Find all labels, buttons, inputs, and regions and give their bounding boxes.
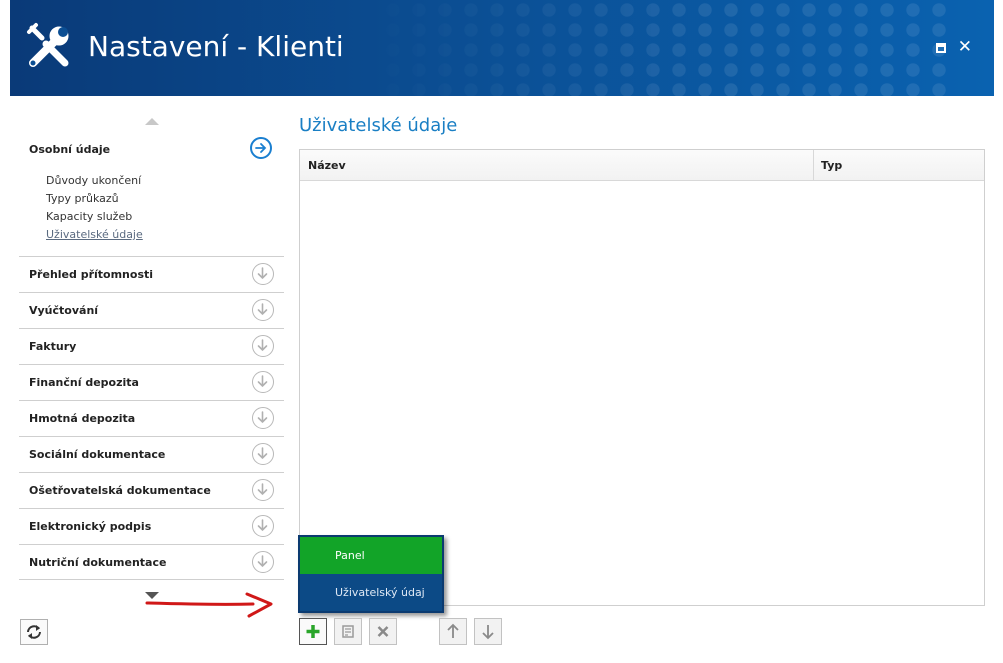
sidebar-item-label: Finanční depozita — [29, 376, 139, 389]
sidebar-item-label: Hmotná depozita — [29, 412, 136, 425]
sidebar-item-vyuctovani[interactable]: Vyúčtování — [19, 292, 284, 328]
window-title: Nastavení - Klienti — [88, 30, 344, 63]
sub-item-typy-prukazu[interactable]: Typy průkazů — [46, 190, 143, 208]
maximize-button[interactable] — [936, 43, 946, 53]
title-bar: Nastavení - Klienti ✕ — [10, 0, 994, 96]
sidebar: Osobní údaje Důvody ukončení Typy průkaz… — [19, 110, 284, 610]
sidebar-item-socialni-dokumentace[interactable]: Sociální dokumentace — [19, 436, 284, 472]
arrow-down-circle-icon[interactable] — [252, 479, 274, 501]
sidebar-item-financni-depozita[interactable]: Finanční depozita — [19, 364, 284, 400]
sidebar-item-label: Vyúčtování — [29, 304, 99, 317]
sidebar-item-label: Sociální dokumentace — [29, 448, 166, 461]
move-up-button[interactable] — [439, 618, 467, 645]
move-up-icon — [447, 623, 459, 638]
column-divider[interactable] — [813, 150, 814, 181]
column-header-nazev[interactable]: Název — [308, 159, 346, 172]
arrow-down-circle-icon[interactable] — [252, 443, 274, 465]
sidebar-item-elektronicky-podpis[interactable]: Elektronický podpis — [19, 508, 284, 544]
header-pattern — [354, 0, 954, 96]
scroll-up-arrow-icon[interactable] — [145, 118, 159, 125]
sidebar-item-label: Ošetřovatelská dokumentace — [29, 484, 211, 497]
sidebar-item-faktury[interactable]: Faktury — [19, 328, 284, 364]
arrow-down-circle-icon[interactable] — [252, 371, 274, 393]
sidebar-item-label: Nutriční dokumentace — [29, 556, 167, 569]
sidebar-item-prehled-pritomnosti[interactable]: Přehled přítomnosti — [19, 256, 284, 292]
refresh-icon — [27, 625, 41, 639]
sub-item-duvody-ukonceni[interactable]: Důvody ukončení — [46, 172, 143, 190]
page-title: Uživatelské údaje — [299, 115, 458, 136]
sidebar-item-osetrovatelska-dokumentace[interactable]: Ošetřovatelská dokumentace — [19, 472, 284, 508]
arrow-right-circle-icon[interactable] — [250, 137, 272, 159]
add-dropdown-menu: Panel Uživatelský údaj — [298, 535, 444, 613]
move-down-icon — [482, 625, 494, 640]
refresh-button[interactable] — [20, 619, 48, 645]
column-header-typ[interactable]: Typ — [821, 159, 842, 172]
close-button[interactable]: ✕ — [958, 37, 972, 57]
menu-item-panel[interactable]: Panel — [300, 537, 442, 574]
sidebar-item-label: Přehled přítomnosti — [29, 268, 154, 281]
arrow-down-circle-icon[interactable] — [252, 335, 274, 357]
arrow-down-circle-icon[interactable] — [252, 299, 274, 321]
delete-icon — [377, 626, 389, 637]
sidebar-section-osobni-udaje[interactable]: Osobní údaje — [29, 143, 110, 156]
edit-icon — [342, 625, 354, 638]
add-button[interactable] — [299, 618, 327, 645]
move-down-button[interactable] — [474, 618, 502, 645]
sub-item-kapacity-sluzeb[interactable]: Kapacity služeb — [46, 208, 143, 226]
sidebar-item-hmotna-depozita[interactable]: Hmotná depozita — [19, 400, 284, 436]
arrow-down-circle-icon[interactable] — [252, 407, 274, 429]
edit-button[interactable] — [334, 618, 362, 645]
arrow-down-circle-icon[interactable] — [252, 263, 274, 285]
sub-item-list: Důvody ukončení Typy průkazů Kapacity sl… — [46, 172, 143, 244]
sidebar-item-label: Elektronický podpis — [29, 520, 152, 533]
delete-button[interactable] — [369, 618, 397, 645]
arrow-down-circle-icon[interactable] — [252, 515, 274, 537]
sidebar-item-label: Faktury — [29, 340, 77, 353]
table-header: Název Typ — [300, 150, 984, 181]
annotation-arrow-icon — [145, 592, 273, 618]
wrench-screwdriver-icon — [27, 23, 69, 67]
menu-item-uzivatelsky-udaj[interactable]: Uživatelský údaj — [300, 574, 442, 611]
add-icon — [306, 625, 320, 638]
sidebar-item-nutricni-dokumentace[interactable]: Nutriční dokumentace — [19, 544, 284, 580]
sub-item-uzivatelske-udaje[interactable]: Uživatelské údaje — [46, 226, 143, 244]
arrow-down-circle-icon[interactable] — [252, 551, 274, 573]
